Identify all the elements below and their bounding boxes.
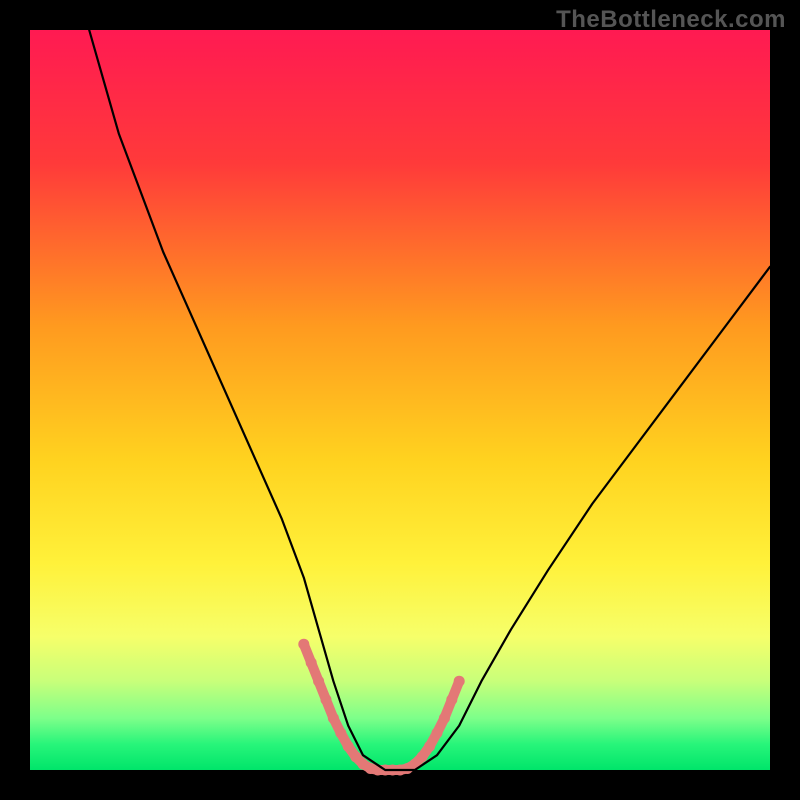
highlight-bead (424, 741, 435, 752)
chart-stage: TheBottleneck.com (0, 0, 800, 800)
highlight-bead (446, 694, 457, 705)
highlight-bead (335, 728, 346, 739)
highlight-bead (313, 676, 324, 687)
highlight-bead (321, 694, 332, 705)
highlight-bead (439, 713, 450, 724)
watermark-text: TheBottleneck.com (556, 6, 786, 34)
highlight-bead (454, 676, 465, 687)
highlight-bead (417, 751, 428, 762)
highlight-bead (343, 741, 354, 752)
bottleneck-chart (0, 0, 800, 800)
highlight-bead (328, 713, 339, 724)
highlight-bead (306, 657, 317, 668)
highlight-bead (298, 639, 309, 650)
highlight-bead (432, 728, 443, 739)
plot-background (30, 30, 770, 770)
